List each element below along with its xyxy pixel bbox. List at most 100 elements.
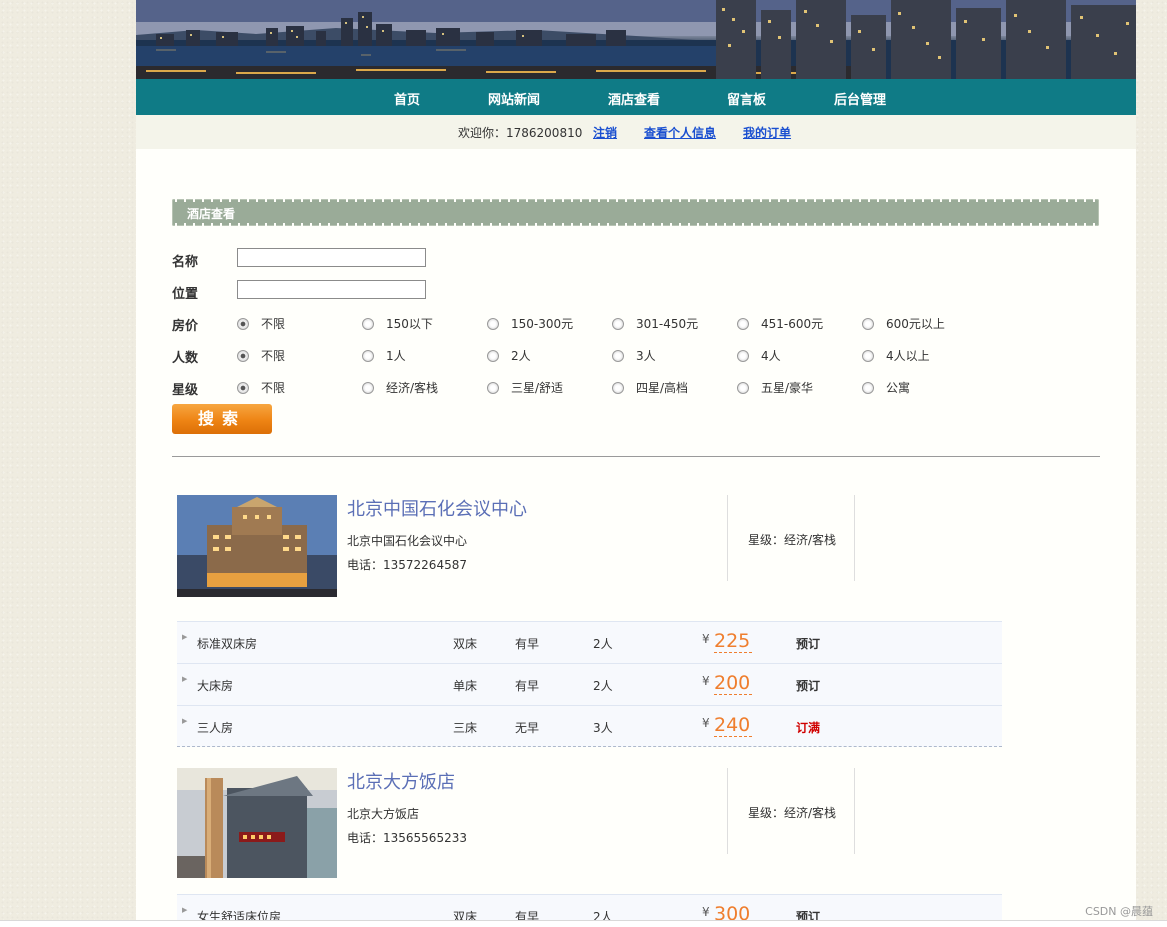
column-divider [727, 768, 728, 854]
hotel-phone: 电话：13572264587 [347, 558, 467, 572]
star-radio-four-star[interactable] [612, 382, 624, 394]
location-label: 位置 [172, 287, 199, 302]
room-price: 225 [714, 630, 753, 653]
hotel-photo[interactable] [177, 768, 337, 878]
price-radio-451-600[interactable] [737, 318, 749, 330]
price-option-label: 600元以上 [886, 317, 945, 331]
column-divider [854, 495, 855, 581]
room-bed: 单床 [453, 679, 478, 693]
people-radio-over-4[interactable] [862, 350, 874, 362]
star-option-label: 三星/舒适 [511, 381, 564, 395]
price-option-label: 不限 [261, 317, 286, 331]
nav-item-hotels[interactable]: 酒店查看 [608, 89, 660, 108]
price-radio-301-450[interactable] [612, 318, 624, 330]
price-radio-under-150[interactable] [362, 318, 374, 330]
bullet-icon: ▶ [182, 633, 188, 641]
star-option-label: 经济/客栈 [386, 381, 439, 395]
hotel-star-rating: 星级：经济/客栈 [748, 533, 837, 547]
logout-link[interactable]: 注销 [593, 124, 617, 141]
star-radio-three-star[interactable] [487, 382, 499, 394]
search-button[interactable]: 搜索 [172, 404, 272, 434]
location-input[interactable] [237, 280, 426, 299]
nav-item-home[interactable]: 首页 [394, 89, 420, 108]
profile-link[interactable]: 查看个人信息 [644, 124, 716, 141]
star-radio-five-star[interactable] [737, 382, 749, 394]
page-container: 首页 网站新闻 酒店查看 留言板 后台管理 欢迎你：1786200810 注销 … [136, 0, 1136, 926]
currency-symbol: ¥ [702, 632, 710, 646]
hotel-phone: 电话：13565565233 [347, 831, 467, 845]
people-radio-2[interactable] [487, 350, 499, 362]
column-divider [854, 768, 855, 854]
star-radio-any[interactable] [237, 382, 249, 394]
room-row: ▶ 大床房 单床 有早 2人 ¥ 200 预订 [177, 663, 1002, 705]
star-option-label: 不限 [261, 381, 286, 395]
hotel-name-input[interactable] [237, 248, 426, 267]
fully-booked-label: 订满 [796, 721, 821, 735]
price-radio-over-600[interactable] [862, 318, 874, 330]
room-people: 3人 [593, 721, 613, 735]
star-option-label: 五星/豪华 [761, 381, 814, 395]
column-divider [727, 495, 728, 581]
price-label: 房价 [172, 319, 199, 334]
room-price: 200 [714, 672, 753, 695]
price-option-label: 150-300元 [511, 317, 574, 331]
room-breakfast: 无早 [515, 721, 540, 735]
currency-symbol: ¥ [702, 905, 710, 919]
hotel-name-link[interactable]: 北京中国石化会议中心 [347, 495, 527, 521]
people-option-label: 4人 [761, 349, 781, 363]
header-banner-image [136, 0, 1136, 79]
hotel-address: 北京大方饭店 [347, 807, 420, 821]
bullet-icon: ▶ [182, 906, 188, 914]
user-bar: 欢迎你：1786200810 注销 查看个人信息 我的订单 [136, 115, 1136, 149]
room-breakfast: 有早 [515, 679, 540, 693]
room-type: 大床房 [197, 679, 234, 693]
people-radio-1[interactable] [362, 350, 374, 362]
name-label: 名称 [172, 255, 199, 270]
room-type: 三人房 [197, 721, 234, 735]
price-radio-any[interactable] [237, 318, 249, 330]
room-breakfast: 有早 [515, 637, 540, 651]
section-header: 酒店查看 [172, 199, 1099, 226]
price-option-label: 150以下 [386, 317, 433, 331]
people-label: 人数 [172, 351, 199, 366]
room-bed: 三床 [453, 721, 478, 735]
people-radio-any[interactable] [237, 350, 249, 362]
divider [172, 456, 1100, 457]
price-radio-150-300[interactable] [487, 318, 499, 330]
nav-item-message-board[interactable]: 留言板 [727, 89, 766, 108]
bullet-icon: ▶ [182, 717, 188, 725]
nav-item-news[interactable]: 网站新闻 [488, 89, 540, 108]
book-button[interactable]: 预订 [796, 635, 820, 652]
people-radio-4[interactable] [737, 350, 749, 362]
hotel-name-link[interactable]: 北京大方饭店 [347, 768, 455, 794]
section-title: 酒店查看 [187, 207, 236, 221]
star-option-label: 四星/高档 [636, 381, 689, 395]
nav-item-admin[interactable]: 后台管理 [834, 89, 886, 108]
room-type: 标准双床房 [197, 637, 258, 651]
watermark: CSDN @晨蕴 [1085, 905, 1153, 918]
welcome-text: 欢迎你：1786200810 [458, 126, 583, 140]
people-radio-3[interactable] [612, 350, 624, 362]
star-label: 星级 [172, 383, 199, 398]
room-row: ▶ 标准双床房 双床 有早 2人 ¥ 225 预订 [177, 621, 1002, 663]
people-option-label: 1人 [386, 349, 406, 363]
star-radio-apartment[interactable] [862, 382, 874, 394]
people-option-label: 不限 [261, 349, 286, 363]
main-nav: 首页 网站新闻 酒店查看 留言板 后台管理 [136, 79, 1136, 115]
star-option-label: 公寓 [886, 381, 911, 395]
bullet-icon: ▶ [182, 675, 188, 683]
star-radio-economy[interactable] [362, 382, 374, 394]
people-option-label: 3人 [636, 349, 656, 363]
room-row: ▶ 三人房 三床 无早 3人 ¥ 240 订满 [177, 705, 1002, 747]
my-orders-link[interactable]: 我的订单 [743, 124, 791, 141]
people-option-label: 4人以上 [886, 349, 930, 363]
hotel-address: 北京中国石化会议中心 [347, 534, 468, 548]
hotel-star-rating: 星级：经济/客栈 [748, 806, 837, 820]
book-button[interactable]: 预订 [796, 677, 820, 694]
room-people: 2人 [593, 679, 613, 693]
room-price: 240 [714, 714, 753, 737]
currency-symbol: ¥ [702, 674, 710, 688]
room-people: 2人 [593, 637, 613, 651]
hotel-separator [177, 746, 1002, 747]
hotel-photo[interactable] [177, 495, 337, 597]
